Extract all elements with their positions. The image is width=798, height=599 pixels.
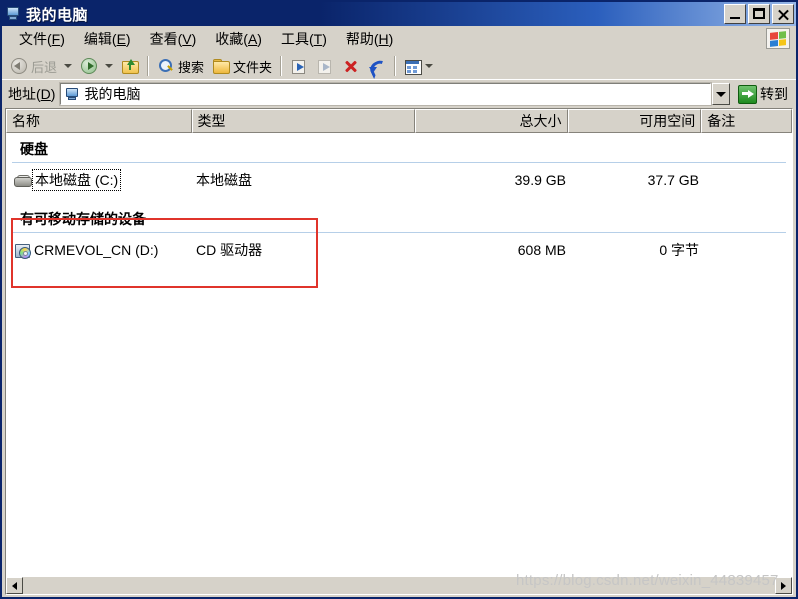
folders-label: 文件夹 [233, 59, 273, 75]
delete-button[interactable] [338, 55, 364, 77]
close-button[interactable] [772, 4, 794, 24]
move-to-icon [290, 57, 308, 75]
group-divider [12, 162, 786, 163]
scroll-right-button[interactable] [775, 577, 792, 594]
go-label: 转到 [760, 86, 788, 102]
menu-item-favorites[interactable]: 收藏(A) [206, 26, 272, 52]
drive-name-local-disk-c[interactable]: 本地磁盘 (C:) [14, 169, 122, 191]
folders-button[interactable]: 文件夹 [208, 55, 276, 78]
drive-total-size: 608 MB [517, 242, 566, 258]
menu-item-help[interactable]: 帮助(H) [337, 26, 403, 52]
scrollbar-track[interactable] [23, 577, 775, 594]
my-computer-window: 我的电脑 文件(F) 编辑(E) 查看(V) 收藏(A) 工具(T) 帮助(H)… [0, 0, 798, 599]
back-dropdown-icon[interactable] [64, 64, 73, 68]
title-bar[interactable]: 我的电脑 [2, 2, 796, 26]
column-header-type[interactable]: 类型 [191, 109, 415, 133]
back-label: 后退 [31, 59, 58, 75]
drive-name-crmevol-cn-d[interactable]: CRMEVOL_CN (D:) [14, 241, 160, 259]
group-title-hard-disks: 硬盘 [20, 141, 48, 157]
go-button[interactable]: 转到 [738, 84, 788, 104]
menu-item-file[interactable]: 文件(F) [10, 26, 75, 52]
group-divider-2 [12, 232, 786, 233]
column-header-free-space[interactable]: 可用空间 [567, 109, 702, 133]
arrow-right-icon [781, 581, 786, 590]
drive-free-space: 37.7 GB [647, 172, 699, 188]
copy-to-icon [316, 57, 334, 75]
table-row[interactable]: 本地磁盘 (C:) 本地磁盘 39.9 GB 37.7 GB [6, 169, 792, 191]
scroll-left-button[interactable] [6, 577, 23, 594]
window-title: 我的电脑 [26, 6, 89, 24]
windows-logo-icon[interactable] [766, 28, 790, 49]
address-input[interactable]: 我的电脑 [59, 82, 712, 106]
menu-bar: 文件(F) 编辑(E) 查看(V) 收藏(A) 工具(T) 帮助(H) [2, 26, 796, 52]
drive-free-space: 0 字节 [659, 242, 699, 258]
column-header-row: 名称 类型 总大小 可用空间 备注 [6, 109, 792, 133]
horizontal-scrollbar[interactable] [6, 576, 792, 594]
menu-item-edit[interactable]: 编辑(E) [75, 26, 141, 52]
item-label: CRMEVOL_CN (D:) [34, 242, 159, 258]
up-folder-icon [121, 57, 140, 75]
go-arrow-icon [738, 84, 757, 104]
views-button[interactable] [400, 55, 441, 77]
move-to-button[interactable] [286, 55, 312, 77]
toolbar: 后退 搜索 文件夹 [2, 52, 796, 80]
undo-button[interactable] [364, 55, 391, 80]
forward-arrow-icon [80, 57, 98, 75]
table-row[interactable]: CRMEVOL_CN (D:) CD 驱动器 608 MB 0 字节 [6, 239, 792, 261]
undo-arrow-icon [367, 57, 391, 80]
toolbar-separator [147, 56, 150, 76]
column-header-total-size[interactable]: 总大小 [414, 109, 568, 133]
maximize-button[interactable] [748, 4, 770, 24]
my-computer-icon-small [64, 86, 80, 102]
forward-dropdown-icon[interactable] [105, 64, 114, 68]
menu-item-tools[interactable]: 工具(T) [272, 26, 337, 52]
group-hard-disks: 硬盘 [6, 139, 792, 163]
chevron-down-icon [716, 91, 726, 97]
views-icon [404, 57, 423, 75]
address-value: 我的电脑 [84, 86, 141, 102]
file-list-body[interactable]: 硬盘 本地磁盘 (C:) 本地磁盘 39.9 GB 37.7 GB 有可移动存储… [6, 133, 792, 576]
file-list-view: 名称 类型 总大小 可用空间 备注 硬盘 本地磁盘 (C:) 本地磁盘 39.9… [5, 108, 793, 595]
drive-type: 本地磁盘 [196, 172, 252, 188]
arrow-left-icon [12, 581, 17, 590]
group-removable-storage: 有可移动存储的设备 [6, 209, 792, 233]
search-label: 搜索 [178, 59, 205, 75]
toolbar-separator-2 [280, 56, 283, 76]
back-button[interactable]: 后退 [6, 55, 61, 78]
group-title-removable-storage: 有可移动存储的设备 [20, 211, 146, 227]
search-button[interactable]: 搜索 [153, 55, 208, 78]
copy-to-button[interactable] [312, 55, 338, 77]
drive-type: CD 驱动器 [196, 242, 263, 258]
views-dropdown-icon[interactable] [425, 64, 434, 68]
address-dropdown-button[interactable] [712, 83, 730, 105]
address-bar: 地址(D) 我的电脑 转到 [2, 80, 796, 108]
item-label: 本地磁盘 (C:) [31, 169, 122, 191]
back-arrow-icon [10, 57, 28, 75]
column-header-name[interactable]: 名称 [6, 109, 192, 133]
drive-total-size: 39.9 GB [514, 172, 566, 188]
menu-item-view[interactable]: 查看(V) [141, 26, 207, 52]
delete-x-icon [342, 57, 360, 75]
minimize-button[interactable] [724, 4, 746, 24]
address-label: 地址(D) [8, 86, 56, 102]
cd-drive-icon [14, 242, 31, 259]
toolbar-separator-3 [394, 56, 397, 76]
search-icon [157, 57, 175, 75]
hard-disk-icon [14, 173, 32, 188]
my-computer-icon [5, 6, 21, 22]
forward-button[interactable] [76, 55, 102, 77]
window-controls [724, 4, 794, 24]
folder-icon [212, 57, 231, 75]
up-button[interactable] [117, 55, 143, 77]
column-header-comments[interactable]: 备注 [701, 109, 792, 133]
